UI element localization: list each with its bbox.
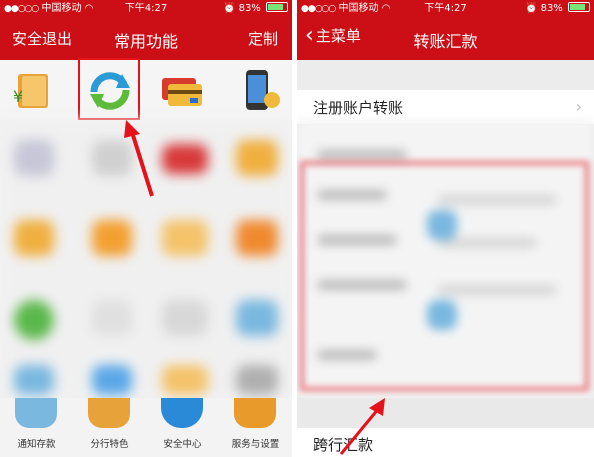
gear-icon (234, 398, 276, 428)
right-screen: ●●○○○ 中国移动 ◠ 下午4:27 ⏰ 83% ‹ 主菜单 转账汇款 注册账… (297, 0, 594, 457)
top-icon-row: ¥ (0, 60, 292, 120)
status-bar: ●●○○○ 中国移动 ◠ 下午4:27 ⏰ 83% (297, 0, 594, 17)
menu-item-label: 通知存款 (17, 439, 56, 450)
highlight-frame (299, 160, 590, 392)
battery-percent: 83% (238, 3, 261, 14)
left-screen: ●●○○○ 中国移动 ◠ 下午4:27 ⏰ 83% 安全退出 常用功能 定制 ¥ (0, 0, 292, 457)
alarm-icon: ⏰ (524, 3, 538, 14)
menu-item-label: 安全中心 (163, 439, 202, 450)
registered-transfer-row[interactable]: 注册账户转账 › (297, 90, 594, 124)
battery-percent: 83% (540, 3, 563, 14)
menu-item-branch-feature[interactable]: 分行特色 (73, 398, 146, 457)
bottom-menu-row: 通知存款 分行特色 安全中心 服务与设置 (0, 398, 292, 457)
piggy-bank-icon (15, 398, 57, 428)
battery-icon (266, 2, 288, 12)
row-label: 注册账户转账 (313, 99, 404, 117)
customize-button[interactable]: 定制 (248, 28, 278, 49)
mobile-phone-icon[interactable] (236, 68, 284, 114)
page-title: 转账汇款 (413, 32, 478, 51)
menu-item-label: 服务与设置 (231, 439, 280, 450)
alarm-icon: ⏰ (222, 3, 236, 14)
menu-item-service-settings[interactable]: 服务与设置 (219, 398, 292, 457)
wallet-icon[interactable]: ¥ (8, 68, 56, 114)
nav-bar: ‹ 主菜单 转账汇款 (297, 17, 594, 60)
status-bar: ●●○○○ 中国移动 ◠ 下午4:27 ⏰ 83% (0, 0, 292, 17)
transfer-highlight-box (78, 58, 140, 120)
pointer-arrow (124, 120, 154, 197)
branch-feature-icon (88, 398, 130, 428)
section-spacer (297, 60, 594, 90)
menu-item-notice-deposit[interactable]: 通知存款 (0, 398, 73, 457)
shield-icon (161, 398, 203, 428)
svg-text:¥: ¥ (13, 87, 23, 106)
battery-icon (568, 2, 590, 12)
nav-bar: 安全退出 常用功能 定制 (0, 17, 292, 60)
menu-item-security-center[interactable]: 安全中心 (146, 398, 219, 457)
pointer-arrow (339, 398, 385, 455)
chevron-right-icon: › (575, 97, 582, 116)
menu-item-label: 分行特色 (90, 439, 129, 450)
bank-cards-icon[interactable] (158, 68, 206, 114)
